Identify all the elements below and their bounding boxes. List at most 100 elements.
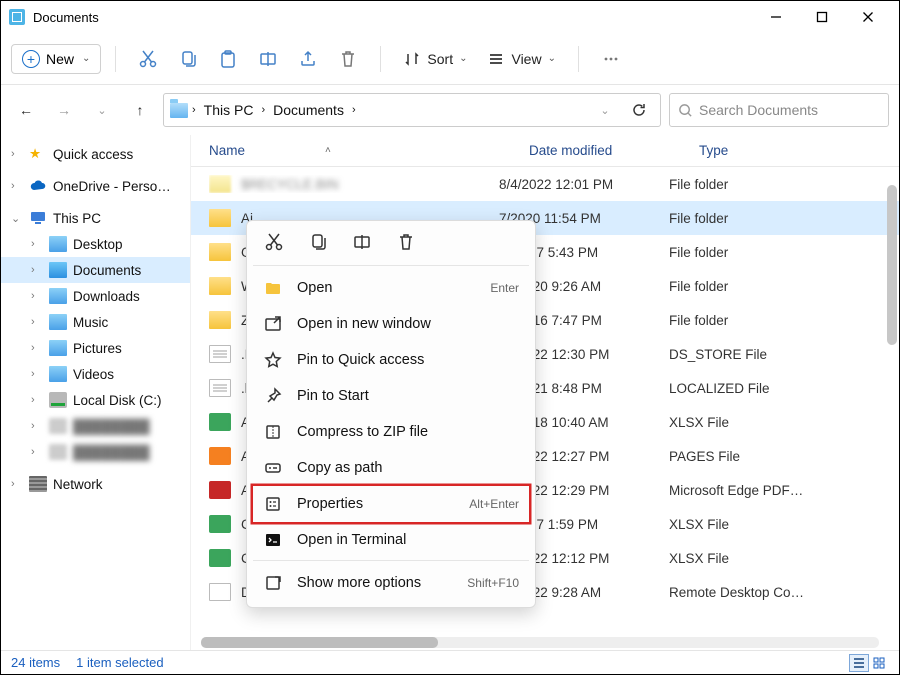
sidebar-item-desktop[interactable]: ›Desktop xyxy=(1,231,190,257)
rdp-icon xyxy=(209,583,231,601)
folder-icon xyxy=(49,366,67,382)
cut-icon[interactable] xyxy=(263,231,285,253)
sidebar-item-pictures[interactable]: ›Pictures xyxy=(1,335,190,361)
xlsx-icon xyxy=(209,549,231,567)
recent-locations-button[interactable]: ⌄ xyxy=(87,95,117,125)
ctx-properties[interactable]: Properties Alt+Enter xyxy=(253,486,529,522)
maximize-button[interactable] xyxy=(799,1,845,33)
cut-button[interactable] xyxy=(130,41,166,77)
file-row[interactable]: $RECYCLE.BIN 8/4/2022 12:01 PMFile folder xyxy=(191,167,899,201)
column-date[interactable]: Date modified xyxy=(529,143,699,158)
address-bar[interactable]: › This PC › Documents › ⌄ xyxy=(163,93,661,127)
close-button[interactable] xyxy=(845,1,891,33)
sort-button[interactable]: Sort ⌄ xyxy=(395,45,475,73)
file-date: 8/4/2022 12:01 PM xyxy=(499,177,669,192)
ctx-open[interactable]: Open Enter xyxy=(253,270,529,306)
sidebar-item-blurred-1[interactable]: ›████████ xyxy=(1,413,190,439)
ctx-open-new-window[interactable]: Open in new window xyxy=(253,306,529,342)
column-headers[interactable]: Name ˄ Date modified Type xyxy=(191,135,899,167)
scrollbar-thumb[interactable] xyxy=(887,185,897,345)
new-label: New xyxy=(46,51,74,67)
monitor-icon xyxy=(29,210,47,226)
sort-label: Sort xyxy=(427,51,453,67)
file-type: LOCALIZED File xyxy=(669,381,899,396)
chevron-down-icon: ⌄ xyxy=(82,53,90,64)
forward-button[interactable]: → xyxy=(49,95,79,125)
column-name[interactable]: Name xyxy=(209,143,245,158)
window-title: Documents xyxy=(33,10,99,25)
recycle-icon xyxy=(209,175,231,193)
rename-icon[interactable] xyxy=(351,231,373,253)
file-type: File folder xyxy=(669,177,899,192)
sidebar-item-local-disk[interactable]: ›Local Disk (C:) xyxy=(1,387,190,413)
delete-button[interactable] xyxy=(330,41,366,77)
refresh-button[interactable] xyxy=(624,95,654,125)
sidebar-item-music[interactable]: ›Music xyxy=(1,309,190,335)
more-options-button[interactable] xyxy=(593,41,629,77)
sidebar-item-this-pc[interactable]: ⌄This PC xyxy=(1,205,190,231)
horizontal-scrollbar[interactable] xyxy=(201,637,879,648)
share-button[interactable] xyxy=(290,41,326,77)
separator xyxy=(380,46,381,72)
delete-icon[interactable] xyxy=(395,231,417,253)
folder-icon xyxy=(170,103,188,118)
address-dropdown-button[interactable]: ⌄ xyxy=(590,95,620,125)
thumbnails-view-button[interactable] xyxy=(869,654,889,672)
breadcrumb-documents[interactable]: Documents xyxy=(269,102,348,118)
copy-button[interactable] xyxy=(170,41,206,77)
ctx-open-terminal[interactable]: Open in Terminal xyxy=(253,522,529,558)
file-type: File folder xyxy=(669,279,899,294)
ctx-pin-start[interactable]: Pin to Start xyxy=(253,378,529,414)
column-type[interactable]: Type xyxy=(699,143,899,158)
breadcrumb-separator-icon: › xyxy=(352,104,356,116)
vertical-scrollbar[interactable] xyxy=(885,165,899,632)
breadcrumb-separator-icon: › xyxy=(192,104,196,116)
title-bar: Documents xyxy=(1,1,899,33)
sort-ascending-icon: ˄ xyxy=(325,145,331,156)
paste-button[interactable] xyxy=(210,41,246,77)
network-icon xyxy=(29,476,47,492)
minimize-button[interactable] xyxy=(753,1,799,33)
pin-icon xyxy=(263,386,283,406)
file-icon xyxy=(209,345,231,363)
file-icon xyxy=(209,379,231,397)
navigation-sidebar: ›★Quick access ›OneDrive - Perso… ⌄This … xyxy=(1,135,191,652)
navigation-row: ← → ⌄ ↑ › This PC › Documents › ⌄ xyxy=(1,85,899,135)
sidebar-item-onedrive[interactable]: ›OneDrive - Perso… xyxy=(1,173,190,199)
ctx-copy-path[interactable]: Copy as path xyxy=(253,450,529,486)
separator xyxy=(253,265,529,266)
search-box[interactable] xyxy=(669,93,889,127)
documents-folder-icon xyxy=(49,262,67,278)
sidebar-item-downloads[interactable]: ›Downloads xyxy=(1,283,190,309)
ctx-compress[interactable]: Compress to ZIP file xyxy=(253,414,529,450)
new-button[interactable]: + New ⌄ xyxy=(11,44,101,74)
details-view-button[interactable] xyxy=(849,654,869,672)
rename-button[interactable] xyxy=(250,41,286,77)
file-type: DS_STORE File xyxy=(669,347,899,362)
ctx-pin-quick-access[interactable]: Pin to Quick access xyxy=(253,342,529,378)
up-button[interactable]: ↑ xyxy=(125,95,155,125)
folder-icon xyxy=(209,209,231,227)
sidebar-item-blurred-2[interactable]: ›████████ xyxy=(1,439,190,465)
search-icon xyxy=(678,103,693,118)
xlsx-icon xyxy=(209,413,231,431)
sidebar-item-documents[interactable]: ›Documents xyxy=(1,257,190,283)
context-menu-quick-actions xyxy=(253,227,529,263)
chevron-down-icon: ⌄ xyxy=(459,53,467,64)
ctx-show-more[interactable]: Show more options Shift+F10 xyxy=(253,565,529,601)
back-button[interactable]: ← xyxy=(11,95,41,125)
status-bar: 24 items 1 item selected xyxy=(1,650,899,674)
scrollbar-thumb[interactable] xyxy=(201,637,438,648)
file-type: File folder xyxy=(669,245,899,260)
breadcrumb-this-pc[interactable]: This PC xyxy=(200,102,258,118)
pages-icon xyxy=(209,447,231,465)
file-type: PAGES File xyxy=(669,449,899,464)
breadcrumb-separator-icon: › xyxy=(261,104,265,116)
view-button[interactable]: View ⌄ xyxy=(479,45,563,73)
sidebar-item-videos[interactable]: ›Videos xyxy=(1,361,190,387)
file-name: $RECYCLE.BIN xyxy=(241,177,339,192)
search-input[interactable] xyxy=(699,102,880,118)
sidebar-item-network[interactable]: ›Network xyxy=(1,471,190,497)
copy-icon[interactable] xyxy=(307,231,329,253)
sidebar-item-quick-access[interactable]: ›★Quick access xyxy=(1,141,190,167)
